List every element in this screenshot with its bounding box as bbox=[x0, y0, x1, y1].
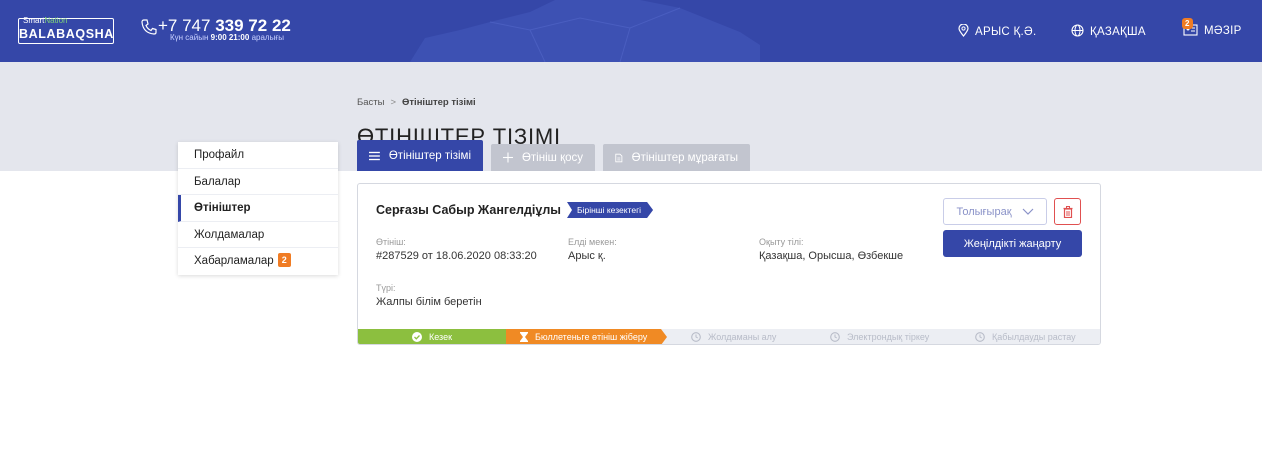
application-card: Серғазы Сабыр Жангелдіұлы Бірінші кезект… bbox=[357, 183, 1101, 345]
clock-icon bbox=[975, 332, 985, 342]
sidebar-item-notifications[interactable]: Хабарламалар 2 bbox=[178, 248, 338, 275]
sidebar-item-children[interactable]: Балалар bbox=[178, 169, 338, 195]
sidebar-item-referrals[interactable]: Жолдамалар bbox=[178, 222, 338, 248]
menu-notification-badge: 2 bbox=[1182, 18, 1193, 29]
working-hours: Күн сайын 9:00 21:00 аралығы bbox=[170, 33, 284, 42]
trash-icon bbox=[1063, 205, 1072, 218]
application-number-label: Өтініш: bbox=[376, 237, 406, 247]
kazakhstan-map-background bbox=[410, 0, 760, 62]
logo-name: BALABAQSHA bbox=[19, 27, 114, 41]
application-progress: Кезек Бюллетеньге өтініш жіберу Жолдаман… bbox=[358, 329, 1100, 345]
phone-icon bbox=[141, 19, 157, 35]
locality-label: Елді мекен: bbox=[568, 237, 617, 247]
chevron-down-icon bbox=[1022, 208, 1033, 215]
tab-add-application[interactable]: Өтініш қосу bbox=[491, 144, 595, 171]
delete-button[interactable] bbox=[1054, 198, 1081, 225]
language-selector[interactable]: ҚАЗАҚША bbox=[1071, 24, 1146, 38]
breadcrumb-home[interactable]: Басты bbox=[357, 97, 384, 108]
menu-button[interactable]: МӘЗІР 2 bbox=[1182, 18, 1242, 37]
renew-benefit-button[interactable]: Жеңілдікті жаңарту bbox=[943, 230, 1082, 257]
type-value: Жалпы білім беретін bbox=[376, 296, 482, 308]
type-label: Түрі: bbox=[376, 283, 396, 293]
top-header: SmartNation BALABAQSHA +7 747 339 72 22 … bbox=[0, 0, 1262, 62]
sidebar-item-applications[interactable]: Өтініштер bbox=[178, 195, 338, 222]
logo-brand: SmartNation bbox=[23, 16, 68, 25]
applicant-name: Серғазы Сабыр Жангелдіұлы bbox=[376, 203, 561, 217]
balabaqsha-logo[interactable]: SmartNation BALABAQSHA bbox=[18, 16, 114, 44]
progress-step-queue: Кезек bbox=[358, 329, 510, 344]
breadcrumb-separator: > bbox=[390, 97, 397, 108]
tab-applications-archive[interactable]: Өтініштер мұрағаты bbox=[603, 144, 750, 171]
list-icon bbox=[369, 151, 380, 160]
hourglass-icon bbox=[520, 332, 528, 342]
details-dropdown-button[interactable]: Толығырақ bbox=[943, 198, 1047, 225]
progress-step-referral: Жолдаманы алу bbox=[691, 329, 776, 344]
location-pin-icon bbox=[958, 23, 969, 37]
progress-step-registration: Электрондық тіркеу bbox=[830, 329, 929, 344]
tab-applications-list[interactable]: Өтініштер тізімі bbox=[357, 140, 483, 171]
check-circle-icon bbox=[412, 332, 422, 342]
profile-sidebar: Профайл Балалар Өтініштер Жолдамалар Хаб… bbox=[178, 142, 338, 275]
progress-step-confirmation: Қабылдауды растау bbox=[975, 329, 1076, 344]
clock-icon bbox=[830, 332, 840, 342]
notifications-count-badge: 2 bbox=[277, 253, 291, 267]
sidebar-item-profile[interactable]: Профайл bbox=[178, 142, 338, 169]
document-icon bbox=[615, 153, 623, 162]
location-selector[interactable]: АРЫС Қ.Ә. bbox=[958, 23, 1036, 38]
progress-step-bulletin: Бюллетеньге өтініш жіберу bbox=[506, 329, 667, 345]
queue-status-badge: Бірінші кезектегі bbox=[567, 202, 653, 218]
language-value: Қазақша, Орысша, Өзбекше bbox=[759, 250, 904, 262]
breadcrumb: Басты > Өтініштер тізімі bbox=[357, 97, 476, 108]
application-number-value: #287529 от 18.06.2020 08:33:20 bbox=[376, 250, 537, 262]
clock-icon bbox=[691, 332, 701, 342]
locality-value: Арыс қ. bbox=[568, 250, 606, 262]
plus-icon bbox=[503, 152, 513, 163]
globe-icon bbox=[1071, 24, 1084, 37]
language-label: Оқыту тілі: bbox=[759, 237, 804, 247]
breadcrumb-current: Өтініштер тізімі bbox=[402, 97, 476, 108]
